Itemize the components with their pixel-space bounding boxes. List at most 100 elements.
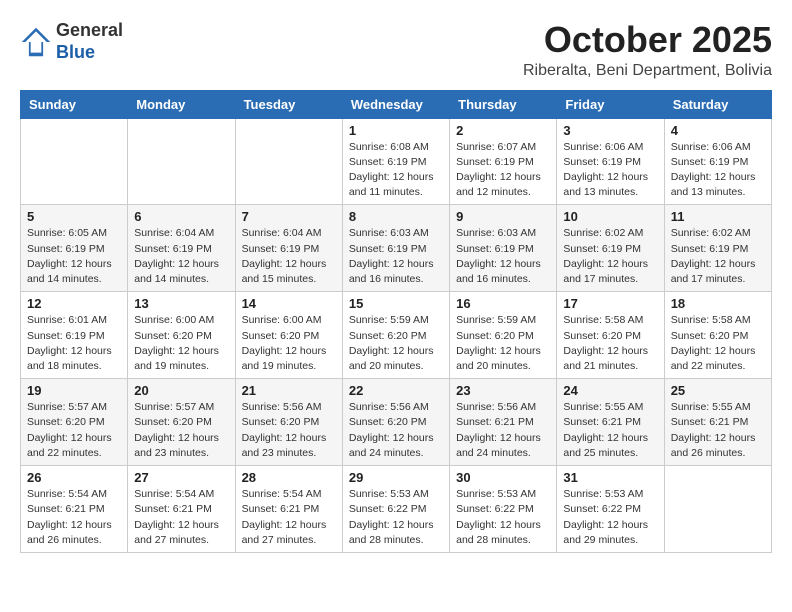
day-info: Sunrise: 5:53 AMSunset: 6:22 PMDaylight:… [456, 487, 550, 548]
day-number: 1 [349, 123, 443, 138]
calendar-cell: 12Sunrise: 6:01 AMSunset: 6:19 PMDayligh… [21, 292, 128, 379]
calendar-cell: 10 Sunrise: 6:02 AMSunset: 6:19 PMDayligh… [557, 205, 664, 292]
day-number: 26 [27, 470, 121, 485]
calendar-cell: 23 Sunrise: 5:56 AMSunset: 6:21 PMDayligh… [450, 379, 557, 466]
logo-general-text: General [56, 20, 123, 40]
day-number: 3 [563, 123, 657, 138]
day-number: 15 [349, 296, 443, 311]
weekday-header-row: SundayMondayTuesdayWednesdayThursdayFrid… [21, 90, 772, 118]
day-number: 8 [349, 209, 443, 224]
day-info: Sunrise: 6:08 AMSunset: 6:19 PMDaylight:… [349, 140, 443, 201]
calendar-cell: 7Sunrise: 6:04 AMSunset: 6:19 PMDaylight… [235, 205, 342, 292]
calendar-cell: 25 Sunrise: 5:55 AMSunset: 6:21 PMDayligh… [664, 379, 771, 466]
calendar-cell: 27 Sunrise: 5:54 AMSunset: 6:21 PMDayligh… [128, 466, 235, 553]
calendar-cell [664, 466, 771, 553]
day-number: 16 [456, 296, 550, 311]
calendar-cell: 19Sunrise: 5:57 AMSunset: 6:20 PMDayligh… [21, 379, 128, 466]
weekday-header-wednesday: Wednesday [342, 90, 449, 118]
day-info: Sunrise: 5:56 AMSunset: 6:21 PMDaylight:… [456, 400, 550, 461]
day-number: 20 [134, 383, 228, 398]
calendar-cell [21, 118, 128, 205]
day-info: Sunrise: 5:53 AMSunset: 6:22 PMDaylight:… [349, 487, 443, 548]
day-info: Sunrise: 5:53 AMSunset: 6:22 PMDaylight:… [563, 487, 657, 548]
calendar-cell [235, 118, 342, 205]
day-info: Sunrise: 5:55 AMSunset: 6:21 PMDaylight:… [563, 400, 657, 461]
day-info: Sunrise: 5:56 AMSunset: 6:20 PMDaylight:… [242, 400, 336, 461]
day-number: 28 [242, 470, 336, 485]
calendar-cell: 8 Sunrise: 6:03 AMSunset: 6:19 PMDaylight… [342, 205, 449, 292]
day-number: 11 [671, 209, 765, 224]
day-info: Sunrise: 5:57 AMSunset: 6:20 PMDaylight:… [134, 400, 228, 461]
day-number: 30 [456, 470, 550, 485]
calendar-week-row: 26 Sunrise: 5:54 AMSunset: 6:21 PMDayligh… [21, 466, 772, 553]
day-number: 4 [671, 123, 765, 138]
weekday-header-saturday: Saturday [664, 90, 771, 118]
day-number: 18 [671, 296, 765, 311]
day-info: Sunrise: 6:07 AMSunset: 6:19 PMDaylight:… [456, 140, 550, 201]
logo-icon [20, 26, 52, 58]
day-number: 17 [563, 296, 657, 311]
weekday-header-monday: Monday [128, 90, 235, 118]
day-number: 24 [563, 383, 657, 398]
calendar-cell: 13 Sunrise: 6:00 AMSunset: 6:20 PMDayligh… [128, 292, 235, 379]
day-number: 21 [242, 383, 336, 398]
weekday-header-thursday: Thursday [450, 90, 557, 118]
day-info: Sunrise: 6:06 AMSunset: 6:19 PMDaylight:… [671, 140, 765, 201]
calendar-cell: 20 Sunrise: 5:57 AMSunset: 6:20 PMDayligh… [128, 379, 235, 466]
day-number: 6 [134, 209, 228, 224]
calendar-cell: 21 Sunrise: 5:56 AMSunset: 6:20 PMDayligh… [235, 379, 342, 466]
day-info: Sunrise: 5:54 AMSunset: 6:21 PMDaylight:… [242, 487, 336, 548]
day-info: Sunrise: 6:00 AMSunset: 6:20 PMDaylight:… [134, 313, 228, 374]
day-info: Sunrise: 5:58 AMSunset: 6:20 PMDaylight:… [563, 313, 657, 374]
day-info: Sunrise: 5:54 AMSunset: 6:21 PMDaylight:… [27, 487, 121, 548]
title-block: October 2025 Riberalta, Beni Department,… [523, 20, 772, 80]
calendar-cell: 28 Sunrise: 5:54 AMSunset: 6:21 PMDayligh… [235, 466, 342, 553]
day-info: Sunrise: 5:54 AMSunset: 6:21 PMDaylight:… [134, 487, 228, 548]
month-title: October 2025 [523, 20, 772, 60]
day-info: Sunrise: 6:05 AMSunset: 6:19 PMDaylight:… [27, 226, 121, 287]
weekday-header-friday: Friday [557, 90, 664, 118]
calendar-cell: 26 Sunrise: 5:54 AMSunset: 6:21 PMDayligh… [21, 466, 128, 553]
day-info: Sunrise: 5:58 AMSunset: 6:20 PMDaylight:… [671, 313, 765, 374]
logo: General Blue [20, 20, 123, 63]
day-info: Sunrise: 6:02 AMSunset: 6:19 PMDaylight:… [563, 226, 657, 287]
calendar-cell: 24 Sunrise: 5:55 AMSunset: 6:21 PMDayligh… [557, 379, 664, 466]
calendar-cell: 18 Sunrise: 5:58 AMSunset: 6:20 PMDayligh… [664, 292, 771, 379]
day-info: Sunrise: 6:04 AMSunset: 6:19 PMDaylight:… [242, 226, 336, 287]
day-number: 12 [27, 296, 121, 311]
calendar-cell: 17 Sunrise: 5:58 AMSunset: 6:20 PMDayligh… [557, 292, 664, 379]
day-number: 31 [563, 470, 657, 485]
calendar-cell: 22 Sunrise: 5:56 AMSunset: 6:20 PMDayligh… [342, 379, 449, 466]
day-number: 23 [456, 383, 550, 398]
weekday-header-tuesday: Tuesday [235, 90, 342, 118]
calendar-cell: 16 Sunrise: 5:59 AMSunset: 6:20 PMDayligh… [450, 292, 557, 379]
day-info: Sunrise: 6:00 AMSunset: 6:20 PMDaylight:… [242, 313, 336, 374]
calendar-week-row: 12Sunrise: 6:01 AMSunset: 6:19 PMDayligh… [21, 292, 772, 379]
page-header: General Blue October 2025 Riberalta, Ben… [20, 20, 772, 80]
day-info: Sunrise: 6:06 AMSunset: 6:19 PMDaylight:… [563, 140, 657, 201]
calendar-cell: 3 Sunrise: 6:06 AMSunset: 6:19 PMDaylight… [557, 118, 664, 205]
calendar-table: SundayMondayTuesdayWednesdayThursdayFrid… [20, 90, 772, 553]
day-number: 13 [134, 296, 228, 311]
day-number: 25 [671, 383, 765, 398]
day-info: Sunrise: 6:03 AMSunset: 6:19 PMDaylight:… [349, 226, 443, 287]
day-info: Sunrise: 6:02 AMSunset: 6:19 PMDaylight:… [671, 226, 765, 287]
day-number: 2 [456, 123, 550, 138]
day-number: 27 [134, 470, 228, 485]
day-number: 22 [349, 383, 443, 398]
day-number: 9 [456, 209, 550, 224]
calendar-cell: 2 Sunrise: 6:07 AMSunset: 6:19 PMDaylight… [450, 118, 557, 205]
calendar-cell: 5Sunrise: 6:05 AMSunset: 6:19 PMDaylight… [21, 205, 128, 292]
calendar-cell: 1 Sunrise: 6:08 AMSunset: 6:19 PMDaylight… [342, 118, 449, 205]
day-info: Sunrise: 5:59 AMSunset: 6:20 PMDaylight:… [456, 313, 550, 374]
calendar-cell: 15Sunrise: 5:59 AMSunset: 6:20 PMDayligh… [342, 292, 449, 379]
day-info: Sunrise: 5:56 AMSunset: 6:20 PMDaylight:… [349, 400, 443, 461]
calendar-cell: 31 Sunrise: 5:53 AMSunset: 6:22 PMDayligh… [557, 466, 664, 553]
calendar-week-row: 19Sunrise: 5:57 AMSunset: 6:20 PMDayligh… [21, 379, 772, 466]
calendar-cell: 14Sunrise: 6:00 AMSunset: 6:20 PMDayligh… [235, 292, 342, 379]
weekday-header-sunday: Sunday [21, 90, 128, 118]
day-info: Sunrise: 5:55 AMSunset: 6:21 PMDaylight:… [671, 400, 765, 461]
day-number: 10 [563, 209, 657, 224]
calendar-cell: 4 Sunrise: 6:06 AMSunset: 6:19 PMDaylight… [664, 118, 771, 205]
location-title: Riberalta, Beni Department, Bolivia [523, 62, 772, 80]
